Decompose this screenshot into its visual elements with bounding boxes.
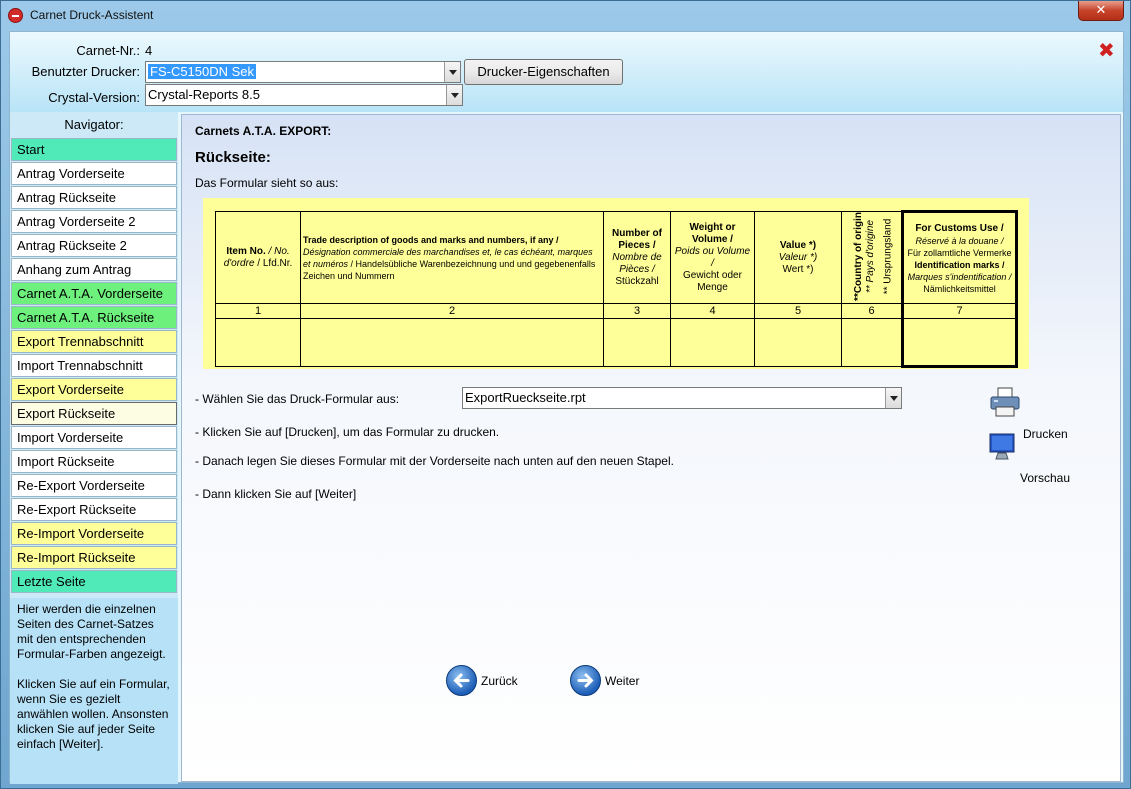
nav-item-antrag-rueckseite-2[interactable]: Antrag Rückseite 2 xyxy=(11,234,177,257)
carnet-number-label: Carnet-Nr.: xyxy=(76,43,140,58)
nav-item-re-import-vorderseite[interactable]: Re-Import Vorderseite xyxy=(11,522,177,545)
printer-properties-button[interactable]: Drucker-Eigenschaften xyxy=(464,59,623,85)
nav-item-import-rueckseite[interactable]: Import Rückseite xyxy=(11,450,177,473)
form-number: 6 xyxy=(841,303,903,319)
form-blank-cell xyxy=(901,318,1018,368)
form-col-weight: Weight or Volume / Poids ou Volume / Gewic… xyxy=(670,211,755,304)
window-close-button[interactable]: ✕ xyxy=(1078,1,1124,21)
step-stack: - Danach legen Sie dieses Formular mit d… xyxy=(195,454,674,468)
nav-item-import-vorderseite[interactable]: Import Vorderseite xyxy=(11,426,177,449)
crystal-version-label: Crystal-Version: xyxy=(48,90,140,105)
chevron-down-icon[interactable] xyxy=(885,388,901,408)
page-title: Rückseite: xyxy=(195,149,271,166)
arrow-right-icon[interactable] xyxy=(570,665,601,696)
form-number: 7 xyxy=(901,303,1018,319)
chevron-down-icon[interactable] xyxy=(444,62,460,82)
form-blank-cell xyxy=(754,318,842,367)
navigator-title: Navigator: xyxy=(64,117,124,132)
nav-item-import-trennabschnitt[interactable]: Import Trennabschnitt xyxy=(11,354,177,377)
carnet-number-value: 4 xyxy=(145,43,153,58)
form-number: 4 xyxy=(670,303,755,319)
crystal-version-select[interactable]: Crystal-Reports 8.5 xyxy=(145,84,463,106)
next-label[interactable]: Weiter xyxy=(605,674,639,688)
nav-item-re-export-vorderseite[interactable]: Re-Export Vorderseite xyxy=(11,474,177,497)
navigator-panel: Navigator: Start Antrag Vorderseite Antr… xyxy=(10,112,178,784)
printer-icon[interactable] xyxy=(988,385,1022,422)
close-icon[interactable]: ✖ xyxy=(1098,38,1115,63)
content-panel: Carnets A.T.A. EXPORT: Rückseite: Das Fo… xyxy=(181,114,1121,782)
nav-item-export-rueckseite[interactable]: Export Rückseite xyxy=(11,402,177,425)
form-number: 1 xyxy=(215,303,301,319)
client-area: Carnet-Nr.: 4 Benutzter Drucker: FS-C515… xyxy=(9,31,1124,784)
nav-item-export-vorderseite[interactable]: Export Vorderseite xyxy=(11,378,177,401)
step-next: - Dann klicken Sie auf [Weiter] xyxy=(195,487,357,501)
print-label[interactable]: Drucken xyxy=(1023,427,1068,441)
nav-item-antrag-vorderseite-2[interactable]: Antrag Vorderseite 2 xyxy=(11,210,177,233)
form-blank-cell xyxy=(300,318,604,367)
printer-select[interactable]: FS-C5150DN Sek xyxy=(145,61,461,83)
arrow-left-icon[interactable] xyxy=(446,665,477,696)
nav-item-carnet-vorderseite[interactable]: Carnet A.T.A. Vorderseite xyxy=(11,282,177,305)
window-title: Carnet Druck-Assistent xyxy=(30,8,154,22)
print-assistant-window: Carnet Druck-Assistent ✕ Carnet-Nr.: 4 B… xyxy=(0,0,1131,789)
form-col-value: Value *) Valeur *) Wert *) xyxy=(754,211,842,304)
form-blank-cell xyxy=(603,318,671,367)
navigator-help-text-1: Hier werden die einzelnen Seiten des Car… xyxy=(17,602,166,661)
form-number: 3 xyxy=(603,303,671,319)
section-title: Carnets A.T.A. EXPORT: xyxy=(195,124,332,138)
back-label[interactable]: Zurück xyxy=(481,674,518,688)
report-select-value: ExportRueckseite.rpt xyxy=(465,390,586,405)
nav-item-export-trennabschnitt[interactable]: Export Trennabschnitt xyxy=(11,330,177,353)
navigator-help-text-2: Klicken Sie auf ein Formular, wenn Sie e… xyxy=(17,677,170,751)
form-col-customs: For Customs Use / Réservé à la douane / … xyxy=(901,210,1018,304)
form-blank-cell xyxy=(841,318,903,367)
form-col-origin: **Country of origin ** Pays d'origine **… xyxy=(841,211,903,304)
step-print: - Klicken Sie auf [Drucken], um das Form… xyxy=(195,425,500,439)
form-col-item: Item No. / No. d'ordre / Lfd.Nr. xyxy=(215,211,301,304)
form-intro-text: Das Formular sieht so aus: xyxy=(195,176,339,190)
printer-label: Benutzter Drucker: xyxy=(31,64,140,79)
nav-item-re-export-rueckseite[interactable]: Re-Export Rückseite xyxy=(11,498,177,521)
form-number: 2 xyxy=(300,303,604,319)
app-stop-icon xyxy=(8,8,23,23)
crystal-version-value: Crystal-Reports 8.5 xyxy=(148,87,260,102)
navigator-help: Hier werden die einzelnen Seiten des Car… xyxy=(10,598,178,784)
form-col-description: Trade description of goods and marks and… xyxy=(300,211,604,304)
nav-item-letzte-seite[interactable]: Letzte Seite xyxy=(11,570,177,593)
nav-item-carnet-rueckseite[interactable]: Carnet A.T.A. Rückseite xyxy=(11,306,177,329)
title-bar: Carnet Druck-Assistent ✕ xyxy=(1,1,1130,29)
form-preview: Item No. / No. d'ordre / Lfd.Nr. Trade d… xyxy=(203,198,1029,369)
step-select-form: - Wählen Sie das Druck-Formular aus: xyxy=(195,392,400,406)
form-preview-table: Item No. / No. d'ordre / Lfd.Nr. Trade d… xyxy=(215,210,1018,368)
nav-item-antrag-rueckseite[interactable]: Antrag Rückseite xyxy=(11,186,177,209)
chevron-down-icon[interactable] xyxy=(446,85,462,105)
nav-item-anhang-zum-antrag[interactable]: Anhang zum Antrag xyxy=(11,258,177,281)
nav-item-start[interactable]: Start xyxy=(11,138,177,161)
form-number: 5 xyxy=(754,303,842,319)
form-col-pieces: Number of Pieces / Nombre de Pièces / Stüc… xyxy=(603,211,671,304)
monitor-icon[interactable] xyxy=(987,431,1019,466)
report-select[interactable]: ExportRueckseite.rpt xyxy=(462,387,902,409)
nav-item-antrag-vorderseite[interactable]: Antrag Vorderseite xyxy=(11,162,177,185)
form-blank-cell xyxy=(670,318,755,367)
form-blank-cell xyxy=(215,318,301,367)
preview-label[interactable]: Vorschau xyxy=(1020,471,1070,485)
header-panel: Carnet-Nr.: 4 Benutzter Drucker: FS-C515… xyxy=(10,32,1123,112)
printer-select-value: FS-C5150DN Sek xyxy=(148,64,257,79)
nav-item-re-import-rueckseite[interactable]: Re-Import Rückseite xyxy=(11,546,177,569)
